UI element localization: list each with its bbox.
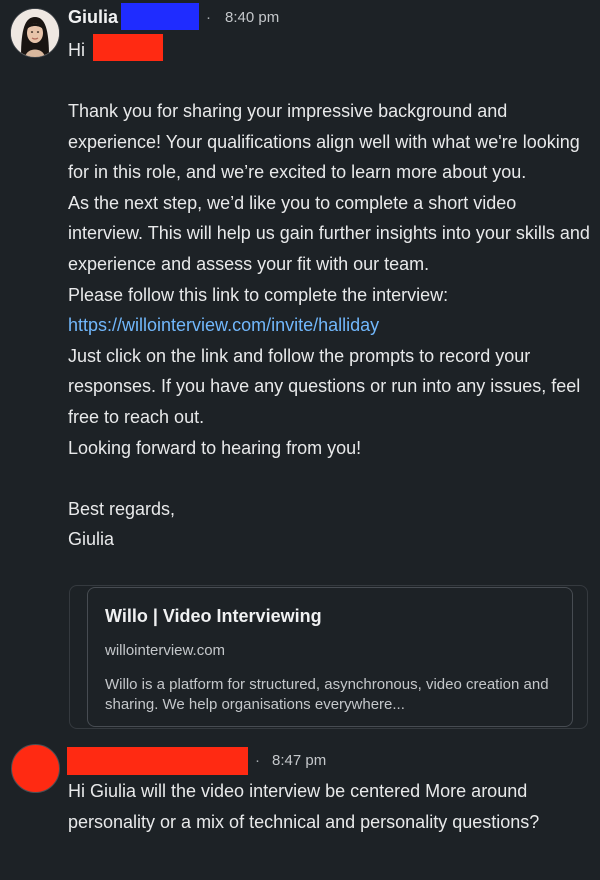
message-paragraph: Just click on the link and follow the pr…	[68, 345, 581, 427]
reply-message-body: Hi Giulia will the video interview be ce…	[68, 781, 540, 832]
signoff: Best regards,	[68, 498, 176, 519]
redacted-surname	[121, 3, 199, 30]
link-preview-title: Willo | Video Interviewing	[105, 606, 322, 626]
link-preview-domain: willointerview.com	[105, 642, 226, 659]
sender-name[interactable]: Giulia	[68, 7, 118, 28]
message-body: Thank you for sharing your impressive ba…	[68, 96, 590, 555]
separator-dot: ·	[255, 752, 260, 769]
redacted-recipient-name	[93, 34, 163, 61]
reply-avatar[interactable]	[11, 744, 60, 793]
message-greeting: Hi	[68, 40, 85, 60]
link-preview-description: Willo is a platform for structured, asyn…	[105, 676, 549, 713]
signature: Giulia	[68, 529, 115, 550]
message-paragraph: Looking forward to hearing from you!	[68, 437, 362, 458]
separator-dot: ·	[206, 9, 211, 26]
message-paragraph: Thank you for sharing your impressive ba…	[68, 101, 580, 183]
message-time: 8:40 pm	[225, 9, 280, 26]
sender-avatar[interactable]	[10, 8, 60, 58]
message-paragraph: As the next step, we’d like you to compl…	[68, 192, 590, 274]
message-paragraph-link: Please follow this link to complete the …	[68, 284, 449, 336]
interview-link[interactable]: https://willointerview.com/invite/hallid…	[68, 315, 379, 335]
link-preview-card[interactable]: Willo | Video Interviewing willointervie…	[87, 587, 573, 727]
redacted-reply-sender	[67, 747, 248, 775]
message-time: 8:47 pm	[272, 752, 327, 769]
